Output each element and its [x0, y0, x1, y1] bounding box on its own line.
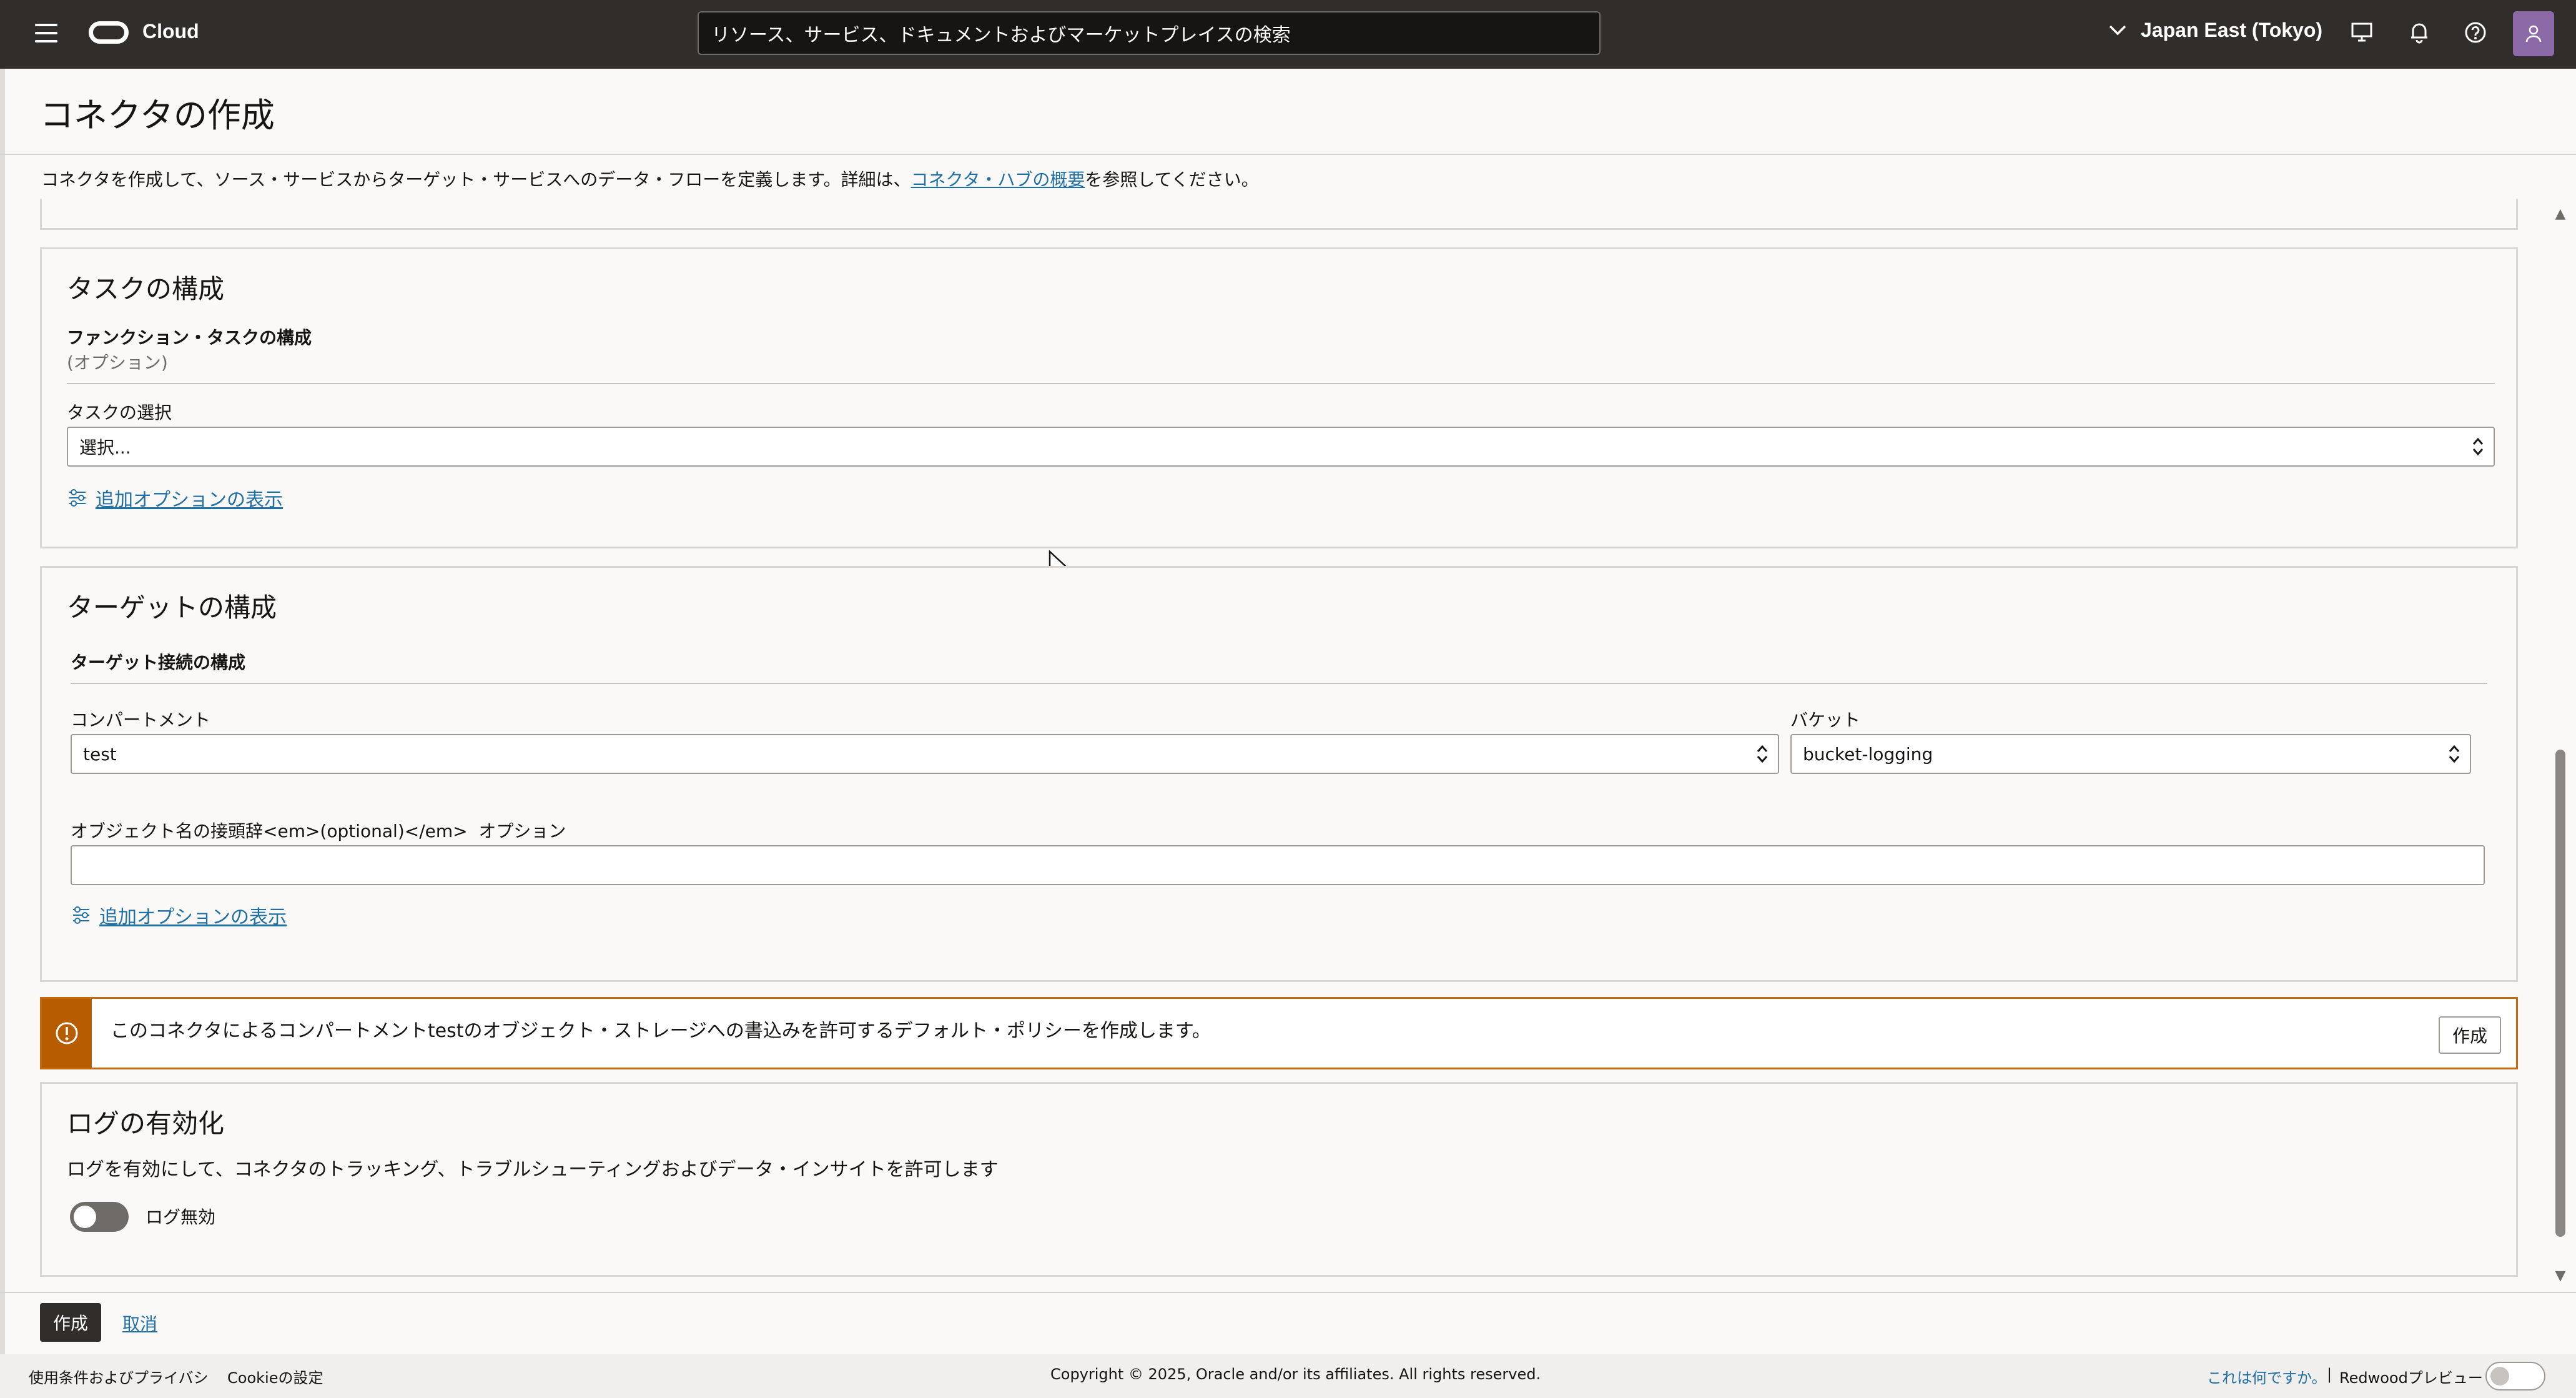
- bell-icon[interactable]: [2407, 20, 2432, 45]
- region-selector[interactable]: Japan East (Tokyo): [2108, 19, 2322, 42]
- function-task-title: ファンクション・タスクの構成: [67, 327, 312, 348]
- redwood-preview-label: Redwoodプレビュー: [2339, 1369, 2483, 1387]
- sort-arrows-icon: [2449, 745, 2460, 763]
- intro-prefix: コネクタを作成して、ソース・サービスからターゲット・サービスへのデータ・フローを…: [41, 169, 911, 190]
- footer-separator: |: [2327, 1366, 2332, 1383]
- toggle-knob: [74, 1206, 96, 1228]
- divider: [67, 383, 2495, 384]
- left-edge: [0, 69, 5, 1398]
- scrollbar[interactable]: ▲ ▼: [2554, 206, 2567, 1284]
- logs-toggle-label: ログ無効: [146, 1207, 216, 1227]
- oracle-logo[interactable]: [89, 21, 129, 44]
- copyright-text: Copyright © 2025, Oracle and/or its affi…: [1050, 1366, 1541, 1383]
- logs-heading: ログの有効化: [67, 1108, 225, 1139]
- warning-message: このコネクタによるコンパートメントtestのオブジェクト・ストレージへの書込みを…: [111, 1020, 1211, 1042]
- object-prefix-option: オプション: [478, 821, 566, 841]
- sliders-icon: [69, 489, 86, 507]
- chevron-down-icon: [2108, 21, 2127, 41]
- region-label: Japan East (Tokyo): [2141, 19, 2323, 41]
- compartment-value: test: [83, 743, 117, 765]
- divider: [0, 1292, 2576, 1293]
- scroll-up-icon[interactable]: ▲: [2554, 206, 2567, 222]
- search-input[interactable]: リソース、サービス、ドキュメントおよびマーケットプレイスの検索: [698, 11, 1601, 55]
- function-task-optional: (オプション): [67, 352, 168, 373]
- brand-name[interactable]: Cloud: [142, 20, 199, 43]
- compartment-select[interactable]: test: [71, 734, 1779, 774]
- task-more-options-link[interactable]: 追加オプションの表示: [67, 484, 283, 512]
- monitor-icon[interactable]: [2349, 20, 2374, 45]
- sliders-icon: [73, 906, 89, 924]
- task-select[interactable]: 選択...: [67, 427, 2495, 467]
- warning-icon: [42, 999, 92, 1068]
- task-select-label: タスクの選択: [67, 402, 172, 423]
- object-prefix-label-text: オブジェクト名の接頭辞<em>(optional)</em>: [71, 821, 468, 841]
- target-heading: ターゲットの構成: [67, 592, 277, 623]
- help-icon[interactable]: [2463, 20, 2488, 45]
- task-heading: タスクの構成: [67, 274, 225, 304]
- task-select-value: 選択...: [79, 437, 131, 458]
- what-is-this-link[interactable]: これは何ですか。: [2207, 1366, 2327, 1387]
- logs-description: ログを有効にして、コネクタのトラッキング、トラブルシューティングおよびデータ・イ…: [67, 1159, 999, 1181]
- bucket-label: バケット: [1790, 710, 1861, 730]
- object-prefix-input[interactable]: [71, 845, 2485, 885]
- logs-panel: ログの有効化 ログを有効にして、コネクタのトラッキング、トラブルシューティングお…: [40, 1082, 2518, 1277]
- create-policy-button[interactable]: 作成: [2439, 1016, 2501, 1054]
- target-connection-title: ターゲット接続の構成: [71, 652, 246, 673]
- divider: [0, 154, 2576, 155]
- target-config-panel: ターゲットの構成 ターゲット接続の構成 コンパートメント test バケット b…: [40, 566, 2518, 982]
- page-title: コネクタの作成: [40, 96, 275, 135]
- scrollbar-thumb[interactable]: [2555, 750, 2565, 1237]
- compartment-label: コンパートメント: [71, 710, 211, 730]
- sort-arrows-icon: [2472, 437, 2484, 456]
- menu-icon[interactable]: [35, 24, 57, 42]
- task-config-panel: タスクの構成 ファンクション・タスクの構成 (オプション) タスクの選択 選択.…: [40, 247, 2518, 548]
- divider: [71, 683, 2487, 684]
- bucket-value: bucket-logging: [1803, 743, 1933, 765]
- intro-suffix: を参照してください。: [1085, 169, 1259, 190]
- redwood-preview-toggle[interactable]: [2485, 1362, 2545, 1391]
- footer-bar: 使用条件およびプライバシ Cookieの設定 Copyright © 2025,…: [0, 1354, 2576, 1398]
- logs-toggle[interactable]: [70, 1202, 129, 1232]
- top-navigation-bar: Cloud リソース、サービス、ドキュメントおよびマーケットプレイスの検索 Ja…: [0, 0, 2576, 69]
- target-more-options-label: 追加オプションの表示: [99, 906, 287, 928]
- task-more-options-label: 追加オプションの表示: [96, 489, 283, 511]
- scroll-down-icon[interactable]: ▼: [2554, 1268, 2567, 1284]
- bucket-select[interactable]: bucket-logging: [1790, 734, 2471, 774]
- create-button[interactable]: 作成: [40, 1303, 101, 1342]
- cookie-settings-link[interactable]: Cookieの設定: [227, 1366, 323, 1387]
- user-icon[interactable]: [2513, 11, 2554, 56]
- toggle-knob: [2490, 1367, 2509, 1386]
- terms-privacy-link[interactable]: 使用条件およびプライバシ: [29, 1366, 209, 1387]
- page-intro: コネクタを作成して、ソース・サービスからターゲット・サービスへのデータ・フローを…: [41, 166, 1259, 191]
- object-prefix-label: オブジェクト名の接頭辞<em>(optional)</em> オプション: [71, 818, 566, 843]
- previous-panel-bottom: [40, 199, 2518, 230]
- cancel-link[interactable]: 取消: [122, 1311, 157, 1336]
- target-more-options-link[interactable]: 追加オプションの表示: [71, 901, 287, 929]
- sort-arrows-icon: [1757, 745, 1768, 763]
- policy-warning-banner: このコネクタによるコンパートメントtestのオブジェクト・ストレージへの書込みを…: [40, 997, 2518, 1069]
- connector-hub-overview-link[interactable]: コネクタ・ハブの概要: [910, 169, 1085, 190]
